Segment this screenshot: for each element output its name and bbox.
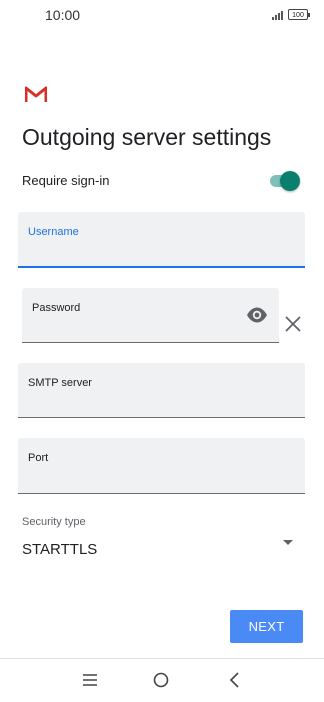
password-field[interactable]: Password	[22, 288, 279, 343]
battery-icon: 100	[288, 9, 310, 20]
signal-icon	[272, 11, 284, 20]
nav-divider	[0, 658, 324, 659]
next-button[interactable]: NEXT	[230, 610, 303, 643]
smtp-server-field[interactable]: SMTP server	[18, 363, 305, 418]
dropdown-arrow-icon[interactable]	[283, 540, 293, 545]
gmail-logo	[25, 86, 47, 102]
eye-icon[interactable]	[246, 306, 268, 324]
close-icon[interactable]	[284, 315, 302, 333]
require-signin-toggle[interactable]	[268, 170, 300, 192]
password-label: Password	[32, 302, 81, 314]
smtp-server-label: SMTP server	[28, 377, 92, 389]
port-label: Port	[28, 452, 49, 464]
home-icon[interactable]	[153, 672, 169, 688]
status-time: 10:00	[45, 7, 81, 23]
page-title: Outgoing server settings	[22, 124, 272, 150]
port-field[interactable]: Port	[18, 438, 305, 494]
menu-icon[interactable]	[83, 674, 97, 686]
security-type-label: Security type	[22, 516, 86, 528]
require-signin-label: Require sign-in	[22, 173, 110, 188]
back-icon[interactable]	[228, 672, 240, 688]
username-field[interactable]: Username	[18, 212, 305, 268]
username-label: Username	[28, 226, 79, 238]
toggle-thumb	[280, 171, 300, 191]
security-type-select[interactable]: STARTTLS	[22, 541, 97, 558]
